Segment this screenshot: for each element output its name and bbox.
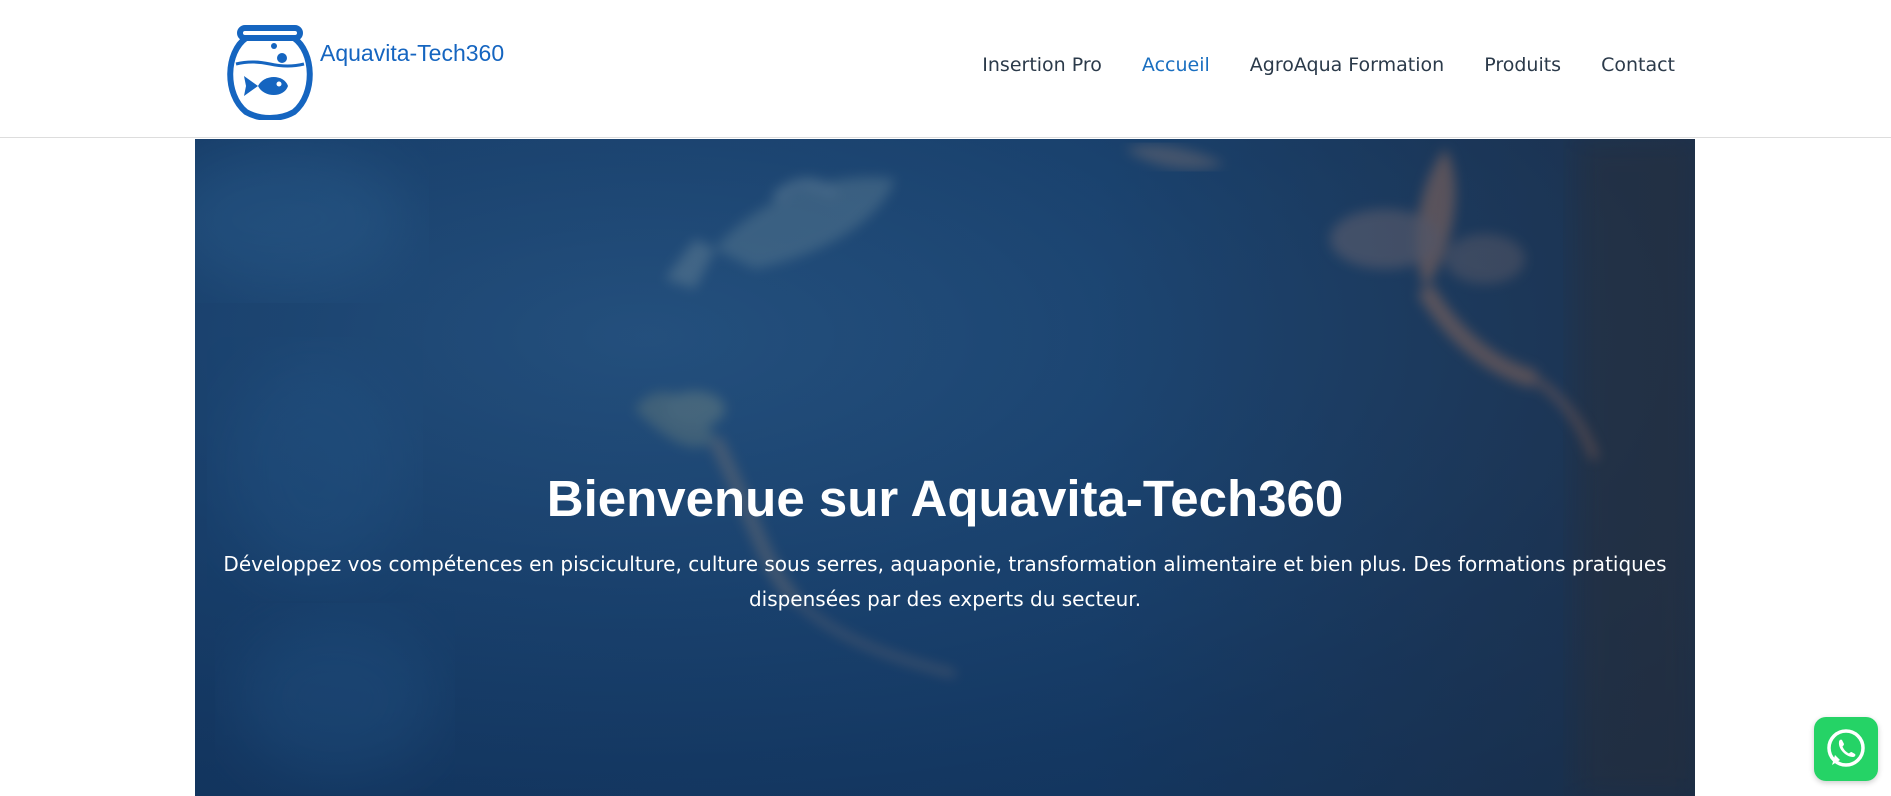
- hero-banner: Bienvenue sur Aquavita-Tech360 Développe…: [195, 139, 1695, 796]
- hero-title: Bienvenue sur Aquavita-Tech360: [546, 470, 1344, 527]
- nav-item-contact[interactable]: Contact: [1601, 54, 1675, 76]
- hero-overlay: [195, 139, 1695, 796]
- whatsapp-icon: [1827, 729, 1865, 767]
- site-header: Aquavita-Tech360 Insertion Pro Accueil A…: [0, 0, 1891, 138]
- fishbowl-icon: [227, 25, 313, 120]
- hero-subtitle: Développez vos compétences en piscicultu…: [223, 552, 1667, 611]
- whatsapp-button[interactable]: [1814, 717, 1878, 781]
- nav-item-accueil[interactable]: Accueil: [1142, 54, 1210, 76]
- nav-item-agroaqua-formation[interactable]: AgroAqua Formation: [1250, 54, 1444, 76]
- hero-content: Bienvenue sur Aquavita-Tech360 Développe…: [195, 469, 1695, 617]
- nav-item-insertion-pro[interactable]: Insertion Pro: [982, 54, 1102, 76]
- brand-logo-link[interactable]: Aquavita-Tech360: [222, 24, 504, 120]
- nav-item-produits[interactable]: Produits: [1484, 54, 1561, 76]
- main-nav: Insertion Pro Accueil AgroAqua Formation…: [982, 54, 1675, 76]
- brand-name: Aquavita-Tech360: [320, 40, 505, 66]
